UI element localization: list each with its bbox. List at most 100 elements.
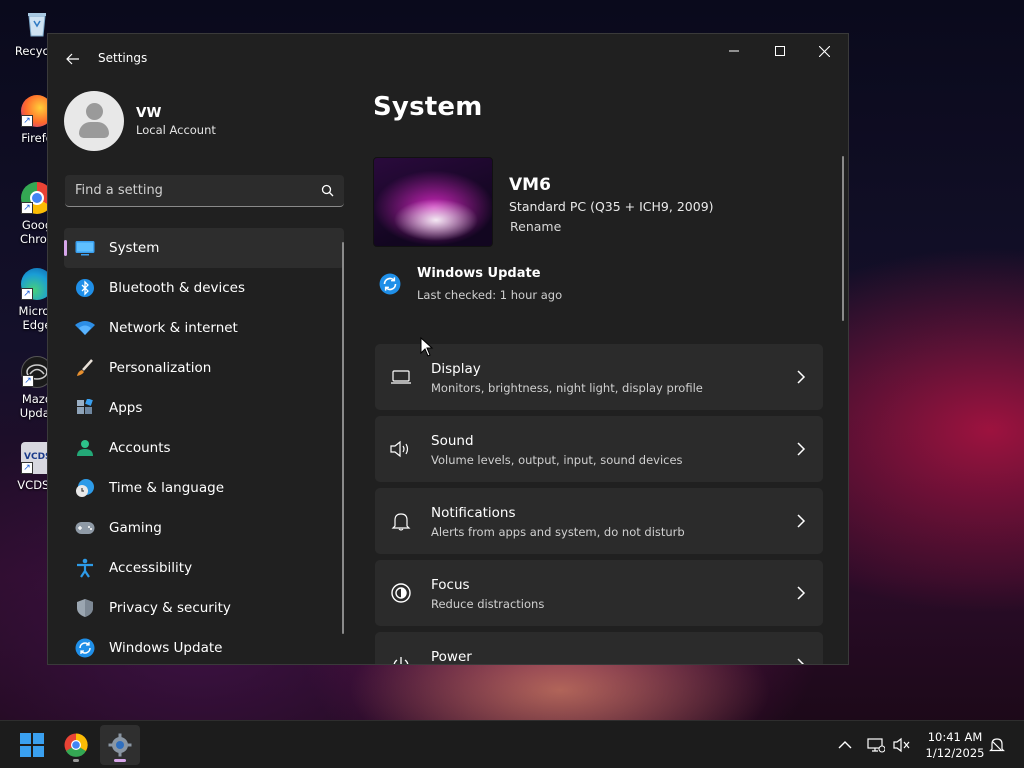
sidebar-nav: System Bluetooth & devices Network & int…	[64, 228, 344, 664]
user-profile[interactable]: VW Local Account	[64, 91, 216, 151]
sidebar-item-label: Accessibility	[109, 560, 193, 576]
notification-center-button[interactable]	[987, 735, 1007, 755]
sidebar-item-gaming[interactable]: Gaming	[64, 508, 344, 548]
bluetooth-icon	[74, 277, 96, 299]
card-title: Notifications	[431, 505, 516, 521]
taskbar-app-settings[interactable]	[100, 725, 140, 765]
sidebar-item-label: Gaming	[109, 520, 162, 536]
shield-icon	[74, 597, 96, 619]
setting-card-display[interactable]: Display Monitors, brightness, night ligh…	[375, 344, 823, 410]
gaming-icon	[74, 517, 96, 539]
search-box[interactable]	[65, 175, 344, 207]
time-language-icon	[74, 477, 96, 499]
sidebar-item-label: Windows Update	[109, 640, 223, 656]
sidebar-item-label: Personalization	[109, 360, 212, 376]
sidebar-item-bluetooth[interactable]: Bluetooth & devices	[64, 268, 344, 308]
sidebar-item-windows-update[interactable]: Windows Update	[64, 628, 344, 664]
sidebar-item-label: Privacy & security	[109, 600, 231, 616]
selection-indicator	[64, 240, 67, 256]
sidebar-item-network[interactable]: Network & internet	[64, 308, 344, 348]
search-icon	[321, 184, 334, 197]
active-indicator	[114, 759, 126, 762]
accounts-icon	[74, 437, 96, 459]
profile-name: VW	[136, 105, 162, 121]
volume-muted-icon	[893, 737, 910, 753]
windows-start-icon	[20, 733, 44, 757]
bell-icon	[389, 509, 413, 533]
windows-update-title[interactable]: Windows Update	[417, 266, 541, 281]
setting-card-power[interactable]: Power	[375, 632, 823, 665]
sidebar-scrollbar[interactable]	[342, 242, 344, 634]
shortcut-arrow-icon: ↗	[21, 202, 33, 214]
chrome-icon	[64, 733, 88, 757]
chevron-right-icon	[797, 658, 805, 664]
clock[interactable]: 10:41 AM 1/12/2025	[912, 729, 998, 761]
profile-account-type: Local Account	[136, 123, 216, 137]
sidebar-item-label: Apps	[109, 400, 143, 416]
title-bar[interactable]: Settings	[48, 34, 848, 82]
sidebar-item-time-language[interactable]: Time & language	[64, 468, 344, 508]
card-subtitle: Reduce distractions	[431, 597, 545, 611]
speaker-icon	[389, 437, 413, 461]
device-name: VM6	[509, 175, 551, 195]
sidebar-item-system[interactable]: System	[64, 228, 344, 268]
start-button[interactable]	[12, 725, 52, 765]
sidebar-item-label: Accounts	[109, 440, 171, 456]
device-model: Standard PC (Q35 + ICH9, 2009)	[509, 199, 714, 214]
focus-icon	[389, 581, 413, 605]
device-wallpaper-thumbnail	[373, 157, 493, 247]
card-title: Sound	[431, 433, 474, 449]
sidebar-item-label: Network & internet	[109, 320, 238, 336]
minimize-button[interactable]	[712, 40, 756, 62]
sidebar-item-apps[interactable]: Apps	[64, 388, 344, 428]
shortcut-arrow-icon: ↗	[22, 375, 34, 387]
maximize-button[interactable]	[758, 40, 802, 62]
shortcut-arrow-icon: ↗	[21, 462, 33, 474]
running-indicator	[73, 759, 79, 762]
maximize-icon	[775, 46, 785, 56]
card-subtitle: Monitors, brightness, night light, displ…	[431, 381, 703, 395]
chevron-right-icon	[797, 370, 806, 384]
taskbar: 10:41 AM 1/12/2025	[0, 720, 1024, 768]
main-scrollbar[interactable]	[842, 156, 844, 321]
notification-bell-icon	[989, 738, 1005, 752]
back-button[interactable]	[62, 48, 84, 70]
brush-icon	[74, 357, 96, 379]
network-icon	[867, 738, 885, 753]
shortcut-arrow-icon: ↗	[21, 115, 33, 127]
taskbar-app-chrome[interactable]	[56, 725, 96, 765]
settings-gear-icon	[108, 733, 132, 757]
close-button[interactable]	[802, 40, 846, 62]
chevron-right-icon	[797, 586, 806, 600]
chevron-up-icon	[838, 741, 852, 749]
sidebar-item-privacy-security[interactable]: Privacy & security	[64, 588, 344, 628]
card-subtitle: Volume levels, output, input, sound devi…	[431, 453, 683, 467]
sidebar-item-label: Bluetooth & devices	[109, 280, 246, 296]
setting-card-focus[interactable]: Focus Reduce distractions	[375, 560, 823, 626]
sidebar-item-personalization[interactable]: Personalization	[64, 348, 344, 388]
display-icon	[389, 365, 413, 389]
chevron-right-icon	[797, 442, 806, 456]
network-tray-button[interactable]	[866, 735, 886, 755]
card-subtitle: Alerts from apps and system, do not dist…	[431, 525, 685, 539]
apps-icon	[74, 397, 96, 419]
minimize-icon	[729, 50, 739, 52]
windows-update-icon	[74, 637, 96, 659]
sidebar-item-accessibility[interactable]: Accessibility	[64, 548, 344, 588]
window-title: Settings	[98, 51, 148, 65]
volume-tray-button[interactable]	[892, 735, 912, 755]
search-input[interactable]	[65, 175, 315, 206]
card-title: Power	[431, 649, 472, 665]
back-arrow-icon	[66, 53, 79, 65]
wifi-icon	[74, 317, 96, 339]
sidebar-item-label: Time & language	[109, 480, 225, 496]
system-icon	[74, 237, 96, 259]
mouse-cursor-icon	[420, 337, 434, 357]
rename-link[interactable]: Rename	[510, 219, 561, 234]
setting-card-sound[interactable]: Sound Volume levels, output, input, soun…	[375, 416, 823, 482]
windows-update-icon[interactable]	[379, 273, 401, 295]
card-title: Display	[431, 361, 481, 377]
sidebar-item-accounts[interactable]: Accounts	[64, 428, 344, 468]
setting-card-notifications[interactable]: Notifications Alerts from apps and syste…	[375, 488, 823, 554]
show-hidden-icons-button[interactable]	[835, 735, 855, 755]
